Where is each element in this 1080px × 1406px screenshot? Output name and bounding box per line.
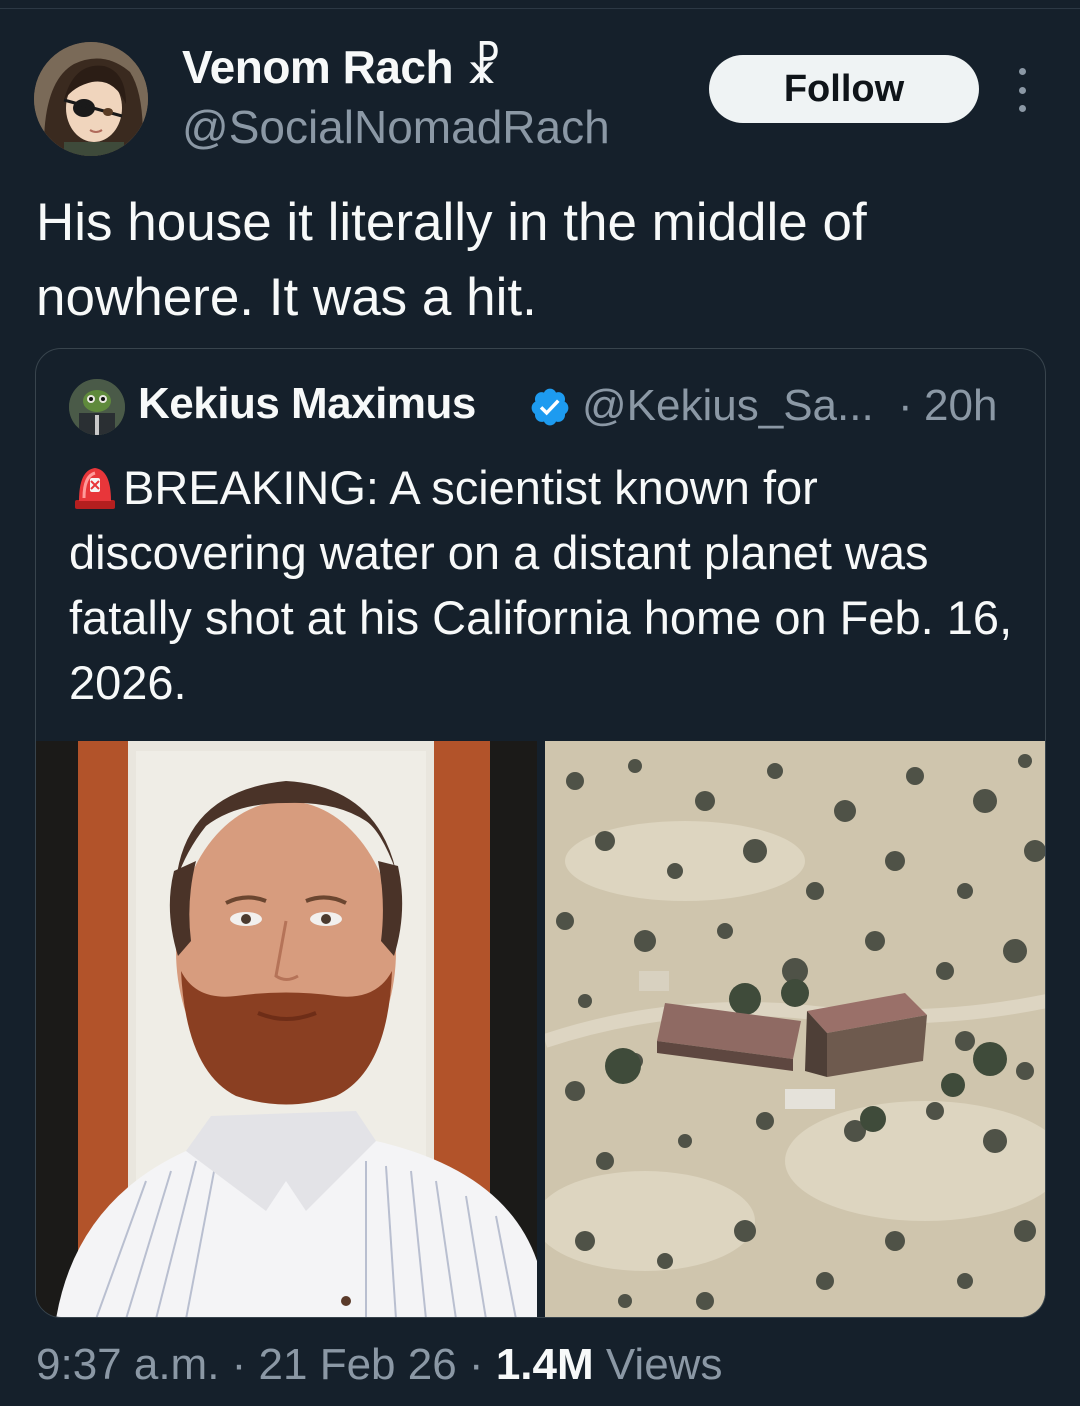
aerial-house-photo[interactable] [545, 741, 1045, 1317]
follow-button[interactable]: Follow [709, 55, 979, 123]
tweet-text: His house it literally in the middle of … [36, 193, 867, 327]
quoted-author-handle[interactable]: @Kekius_Sa... [582, 381, 874, 431]
author-avatar[interactable] [34, 42, 148, 156]
quoted-timestamp[interactable]: 20h [924, 381, 997, 431]
views-count: 1.4M [495, 1340, 594, 1389]
quoted-author-name[interactable]: Kekius Maximus [138, 379, 476, 429]
quoted-tweet-text: BREAKING: A scientist known for discover… [69, 455, 1029, 715]
views-label: Views [593, 1340, 723, 1389]
separator-dot: · [898, 381, 913, 430]
author-name[interactable]: Venom Rach ☧ [182, 40, 501, 94]
verified-icon [531, 388, 569, 426]
separator-dot: · [219, 1340, 259, 1389]
more-options-icon[interactable] [1010, 68, 1034, 112]
quoted-author-avatar [69, 379, 125, 435]
quoted-tweet-card[interactable]: Kekius Maximus @Kekius_Sa... · 20h BREAK… [35, 348, 1046, 1318]
post-date[interactable]: 21 Feb 26 [259, 1340, 457, 1389]
quoted-tweet-body: BREAKING: A scientist known for discover… [69, 461, 1013, 709]
siren-icon [75, 468, 115, 509]
separator-dot: · [456, 1340, 496, 1389]
portrait-photo[interactable] [36, 741, 537, 1317]
author-handle[interactable]: @SocialNomadRach [182, 100, 610, 154]
post-time[interactable]: 9:37 a.m. [36, 1340, 219, 1389]
top-divider [0, 8, 1080, 9]
tweet-meta: 9:37 a.m. · 21 Feb 26 · 1.4M Views [36, 1340, 722, 1390]
